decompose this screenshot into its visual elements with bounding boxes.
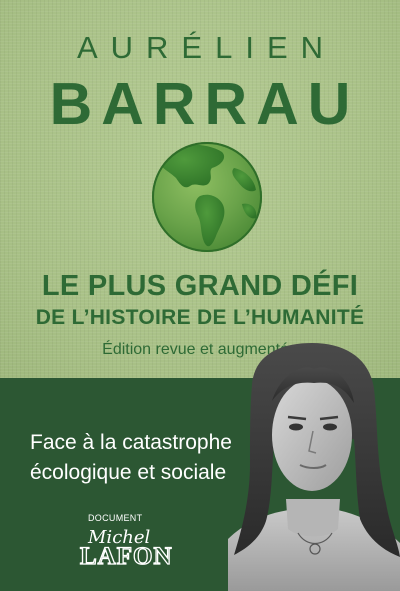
book-cover: AURÉLIEN BARRAU LE PLUS GRAND DÉFI DE L’… [0, 0, 400, 591]
publisher-logo-lafon: LAFON [79, 542, 173, 570]
collection-label: DOCUMENT [88, 513, 143, 523]
author-first-name: AURÉLIEN [76, 30, 337, 65]
publisher-logo: Michel LAFON [79, 527, 172, 571]
book-title-line-2: DE L’HISTOIRE DE L’HUMANITÉ [35, 306, 365, 329]
grass-globe-icon [152, 142, 262, 252]
book-title-line-1: LE PLUS GRAND DÉFI [41, 270, 359, 302]
author-last-name: BARRAU [49, 71, 360, 137]
author-portrait [228, 343, 400, 591]
